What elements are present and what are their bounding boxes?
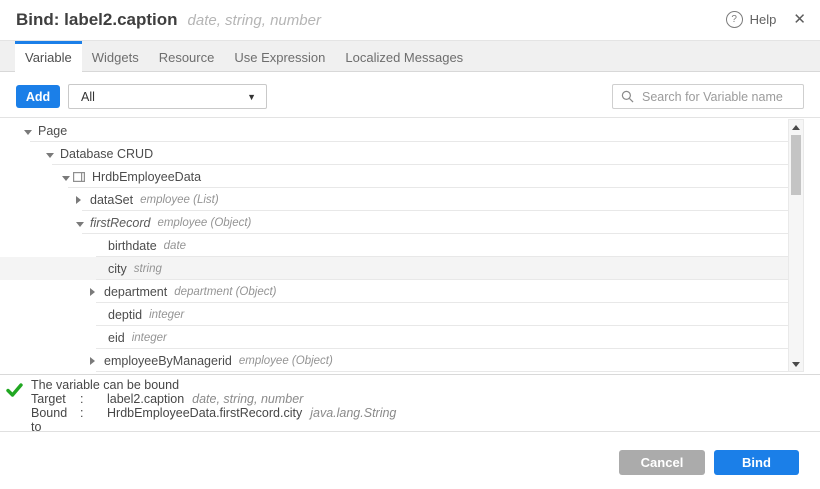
search-box: [612, 84, 804, 109]
tree-row-eid[interactable]: eid integer: [0, 326, 788, 349]
chevron-right-icon[interactable]: [76, 191, 86, 209]
tab-label: Variable: [25, 50, 72, 65]
tree-row-deptid[interactable]: deptid integer: [0, 303, 788, 326]
dialog-title: Bind: label2.caption date, string, number: [16, 10, 321, 30]
status-label: Target: [31, 392, 80, 406]
chevron-down-icon[interactable]: [24, 122, 34, 140]
dialog-title-types: date, string, number: [188, 12, 321, 29]
toolbar: Add All ▼: [0, 72, 820, 118]
bind-dialog: Bind: label2.caption date, string, number…: [0, 0, 820, 489]
chevron-right-icon[interactable]: [90, 352, 100, 370]
tree-row-employeebymanagerid[interactable]: employeeByManagerid employee (Object): [0, 349, 788, 372]
status-sep: :: [80, 392, 107, 406]
dialog-title-text: Bind: label2.caption: [16, 10, 178, 29]
tree-row-database-crud[interactable]: Database CRUD: [0, 142, 788, 165]
close-icon[interactable]: ✕: [793, 12, 806, 27]
tab-resource[interactable]: Resource: [149, 41, 225, 72]
cancel-button[interactable]: Cancel: [619, 450, 705, 475]
status-label: Bound to: [31, 406, 80, 434]
tree-node-type: integer: [149, 309, 184, 321]
tree-row-dataset[interactable]: dataSet employee (List): [0, 188, 788, 211]
tab-label: Resource: [159, 50, 215, 65]
tab-variable[interactable]: Variable: [15, 41, 82, 72]
scrollbar-thumb[interactable]: [791, 135, 801, 195]
tree-node-type: department (Object): [174, 286, 276, 298]
check-icon: [6, 383, 23, 398]
tree-node-label: dataSet: [90, 193, 133, 207]
search-icon: [621, 90, 634, 103]
tree-row-department[interactable]: department department (Object): [0, 280, 788, 303]
tab-widgets[interactable]: Widgets: [82, 41, 149, 72]
tree-row-hrdbemployeedata[interactable]: HrdbEmployeeData: [0, 165, 788, 188]
tab-use-expression[interactable]: Use Expression: [224, 41, 335, 72]
status-bound-to-row: Bound to:HrdbEmployeeData.firstRecord.ci…: [31, 406, 396, 434]
tree-node-label: birthdate: [108, 239, 157, 253]
row-separator: [96, 371, 788, 372]
tree-node-label: employeeByManagerid: [104, 354, 232, 368]
tree-node-label: firstRecord: [90, 216, 150, 230]
status-value: HrdbEmployeeData.firstRecord.city: [107, 406, 302, 434]
tree-row-page[interactable]: Page: [0, 119, 788, 142]
tree-node-type: integer: [132, 332, 167, 344]
tab-bar: Variable Widgets Resource Use Expression Loc…: [0, 40, 820, 72]
chevron-down-icon[interactable]: [62, 168, 72, 186]
tab-localized-messages[interactable]: Localized Messages: [335, 41, 473, 72]
tab-label: Localized Messages: [345, 50, 463, 65]
tree-node-label: Database CRUD: [60, 147, 153, 161]
tree-scrollbar[interactable]: [788, 119, 804, 372]
status-divider: [0, 374, 820, 375]
tree-node-type: employee (Object): [157, 217, 251, 229]
status-value: label2.caption: [107, 392, 184, 406]
help-label: Help: [750, 12, 777, 27]
search-input[interactable]: [640, 89, 795, 105]
status-type: java.lang.String: [310, 406, 396, 434]
variable-tree: Page Database CRUD HrdbEmployeeData dataSet…: [0, 119, 788, 372]
tree-node-type: employee (List): [140, 194, 219, 206]
tab-label: Widgets: [92, 50, 139, 65]
chevron-down-icon[interactable]: [76, 214, 86, 232]
tree-node-label: deptid: [108, 308, 142, 322]
tree-node-type: string: [134, 263, 162, 275]
add-button[interactable]: Add: [16, 85, 60, 108]
caret-down-icon: ▼: [247, 92, 256, 102]
tree-node-label: department: [104, 285, 167, 299]
tree-row-firstrecord[interactable]: firstRecord employee (Object): [0, 211, 788, 234]
status-type: date, string, number: [192, 392, 303, 406]
chevron-down-icon[interactable]: [46, 145, 56, 163]
footer-divider: [0, 431, 820, 432]
chevron-right-icon[interactable]: [90, 283, 100, 301]
scroll-down-arrow-icon[interactable]: [789, 358, 803, 370]
tree-node-label: Page: [38, 124, 67, 138]
tab-label: Use Expression: [234, 50, 325, 65]
status-sep: :: [80, 406, 107, 434]
tree-node-label: HrdbEmployeeData: [92, 170, 201, 184]
tree-node-type: employee (Object): [239, 355, 333, 367]
variable-icon: [73, 172, 85, 182]
variable-type-select[interactable]: All ▼: [68, 84, 267, 109]
help-icon: ?: [726, 11, 743, 28]
help-button[interactable]: ? Help: [726, 11, 777, 28]
status-target-row: Target:label2.caption date, string, numbe…: [31, 392, 303, 406]
tree-row-city[interactable]: city string: [0, 257, 788, 280]
dialog-header: Bind: label2.caption date, string, number…: [0, 0, 820, 40]
bind-button[interactable]: Bind: [714, 450, 799, 475]
status-message: The variable can be bound: [31, 378, 179, 392]
variable-type-select-value: All: [81, 90, 95, 104]
tree-node-type: date: [164, 240, 186, 252]
scroll-up-arrow-icon[interactable]: [789, 121, 803, 133]
tree-row-birthdate[interactable]: birthdate date: [0, 234, 788, 257]
tree-node-label: city: [108, 262, 127, 276]
tree-node-label: eid: [108, 331, 125, 345]
